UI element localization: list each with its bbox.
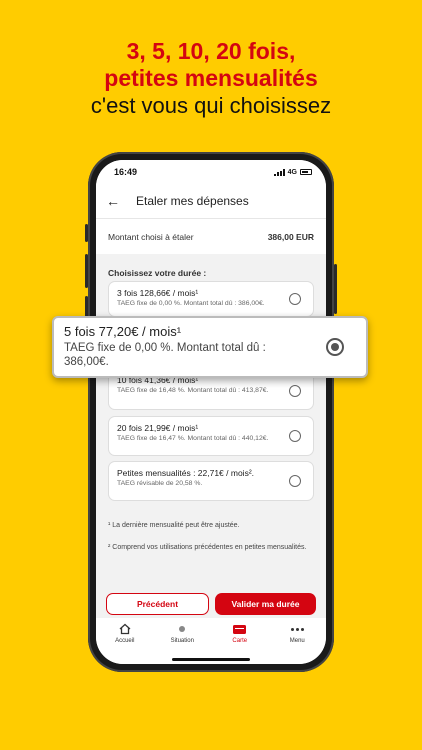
option-subtitle: TAEG fixe de 0,00 %. Montant total dû : … (117, 300, 265, 307)
headline: 3, 5, 10, 20 fois, petites mensualités c… (0, 38, 422, 119)
radio-icon[interactable] (289, 385, 301, 397)
radio-icon[interactable] (289, 293, 301, 305)
headline-line-3: c'est vous qui choisissez (90, 93, 332, 118)
page-title: Etaler mes dépenses (136, 194, 249, 208)
status-indicators: 4G (273, 168, 312, 176)
duration-option-small-installments[interactable]: Petites mensualités : 22,71€ / mois². TA… (108, 461, 314, 501)
headline-line-1: 3, 5, 10, 20 fois, (126, 38, 296, 64)
tab-label: Accueil (115, 638, 135, 644)
option-title: 3 fois 128,66€ / mois¹ (117, 288, 199, 298)
footnote-1: ¹ La dernière mensualité peut être ajust… (108, 522, 240, 529)
option-title: 20 fois 21,99€ / mois¹ (117, 423, 199, 433)
amount-label: Montant choisi à étaler (108, 231, 194, 242)
action-buttons: Précédent Valider ma durée (106, 593, 316, 615)
amount-value: 386,00 EUR (267, 231, 314, 242)
tab-accueil[interactable]: Accueil (99, 623, 151, 664)
radio-icon[interactable] (289, 475, 301, 487)
tab-label: Menu (289, 638, 305, 644)
option-subtitle: TAEG fixe de 16,47 %. Montant total dû :… (117, 435, 269, 442)
option-subtitle: TAEG fixe de 16,48 %. Montant total dû :… (117, 387, 269, 394)
option-title: Petites mensualités : 22,71€ / mois². (117, 468, 255, 478)
tab-label: Situation (170, 638, 194, 644)
phone-power-button (334, 264, 337, 314)
radio-selected-icon[interactable] (326, 338, 344, 356)
footnote-2: ² Comprend vos utilisations précédentes … (108, 544, 307, 551)
phone-frame: 16:49 4G ← Etaler mes dépenses Montant c… (85, 152, 337, 672)
status-bar: 16:49 4G (96, 160, 326, 184)
amount-row: Montant choisi à étaler 386,00 EUR (96, 218, 326, 254)
selected-duration-option-5x[interactable]: 5 fois 77,20€ / mois¹ TAEG fixe de 0,00 … (52, 316, 368, 378)
card-icon (233, 623, 247, 635)
dot-icon (179, 623, 186, 635)
option-subtitle: TAEG révisable de 20,58 %. (117, 480, 203, 487)
phone-volume-up (85, 254, 88, 288)
validate-duration-button[interactable]: Valider ma durée (215, 593, 316, 615)
phone-mute-switch (85, 224, 88, 242)
battery-icon (300, 169, 312, 175)
arrow-left-icon[interactable]: ← (106, 193, 120, 209)
home-icon (119, 623, 131, 635)
selected-option-subtitle: TAEG fixe de 0,00 %. Montant total dû : … (64, 342, 266, 368)
radio-icon[interactable] (289, 430, 301, 442)
previous-button[interactable]: Précédent (106, 593, 209, 615)
phone-screen: 16:49 4G ← Etaler mes dépenses Montant c… (96, 160, 326, 664)
network-type: 4G (287, 168, 297, 176)
tab-menu[interactable]: Menu (271, 623, 323, 664)
home-indicator (172, 658, 250, 661)
tab-label: Carte (232, 638, 248, 644)
duration-option-3x[interactable]: 3 fois 128,66€ / mois¹ TAEG fixe de 0,00… (108, 281, 314, 317)
status-time: 16:49 (114, 167, 138, 177)
selected-option-title: 5 fois 77,20€ / mois¹ (64, 324, 182, 339)
signal-icon (273, 168, 285, 176)
duration-option-20x[interactable]: 20 fois 21,99€ / mois¹ TAEG fixe de 16,4… (108, 416, 314, 456)
app-bar: ← Etaler mes dépenses (96, 184, 326, 218)
headline-line-2: petites mensualités (104, 65, 318, 91)
more-icon (290, 623, 304, 635)
